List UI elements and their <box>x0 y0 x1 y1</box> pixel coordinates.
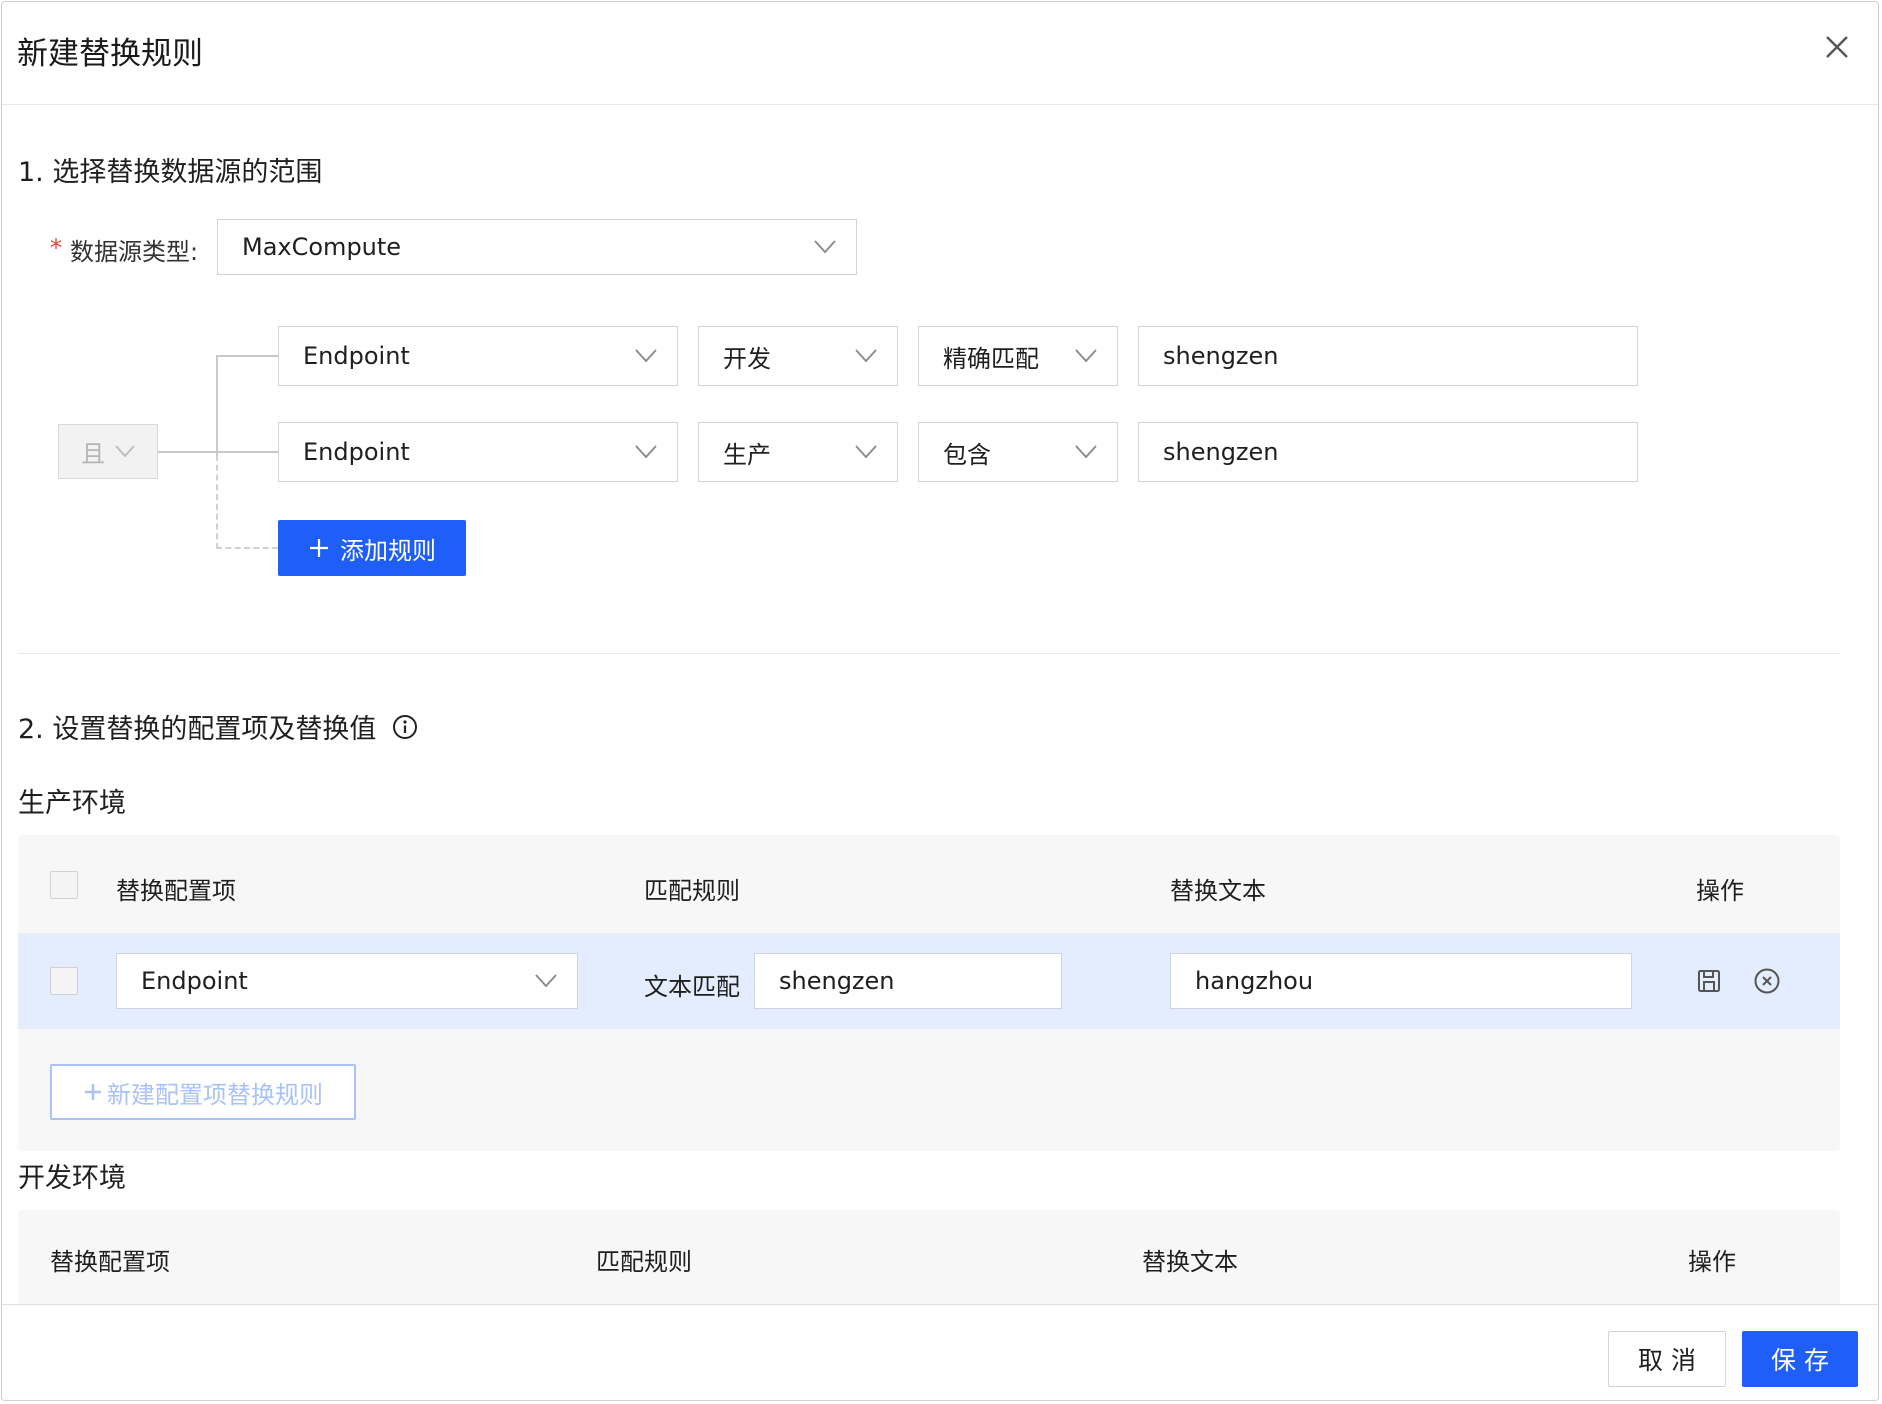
chevron-down-icon <box>855 349 877 363</box>
column-header: 替换配置项 <box>116 877 236 905</box>
rule-field-select[interactable]: Endpoint <box>278 422 678 482</box>
column-header: 替换文本 <box>1170 877 1266 905</box>
add-config-rule-label: 新建配置项替换规则 <box>107 1080 323 1109</box>
match-value-text: shengzen <box>779 967 895 995</box>
rule-value-input[interactable]: shengzen <box>1138 422 1638 482</box>
datasource-type-label: 数据源类型: <box>70 238 199 266</box>
production-env-title: 生产环境 <box>18 788 126 819</box>
rule-match-select[interactable]: 包含 <box>918 422 1118 482</box>
column-header: 替换配置项 <box>50 1248 170 1276</box>
column-header: 匹配规则 <box>596 1248 692 1276</box>
chevron-down-icon <box>635 445 657 459</box>
dialog-header: 新建替换规则 <box>2 2 1878 105</box>
info-icon[interactable] <box>392 714 418 740</box>
chevron-down-icon <box>535 974 557 988</box>
datasource-type-value: MaxCompute <box>242 233 402 261</box>
save-button[interactable]: 保 存 <box>1742 1331 1858 1387</box>
close-icon[interactable] <box>1822 32 1852 62</box>
tree-line <box>158 451 278 453</box>
plus-icon <box>310 539 328 557</box>
column-header: 操作 <box>1696 877 1744 905</box>
chevron-down-icon <box>1075 445 1097 459</box>
logic-operator-value: 且 <box>81 440 105 468</box>
rule-match-value: 精确匹配 <box>943 344 1039 373</box>
rule-value-input[interactable]: shengzen <box>1138 326 1638 386</box>
dialog-footer: 取 消 保 存 <box>2 1304 1878 1400</box>
add-config-rule-button[interactable]: 新建配置项替换规则 <box>50 1064 356 1120</box>
config-item-select[interactable]: Endpoint <box>116 953 578 1009</box>
logic-operator-select[interactable]: 且 <box>58 424 158 479</box>
rule-value-text: shengzen <box>1163 438 1279 466</box>
section2-title: 2. 设置替换的配置项及替换值 <box>18 714 377 745</box>
replace-text-input[interactable]: hangzhou <box>1170 953 1632 1009</box>
tree-line <box>216 355 278 357</box>
required-mark: * <box>50 234 62 262</box>
rule-field-select[interactable]: Endpoint <box>278 326 678 386</box>
rule-env-value: 生产 <box>723 440 771 469</box>
add-rule-label: 添加规则 <box>340 536 436 565</box>
cancel-button[interactable]: 取 消 <box>1608 1331 1726 1387</box>
tree-line <box>216 355 218 455</box>
replace-rule-dialog: 新建替换规则 1. 选择替换数据源的范围 * 数据源类型: MaxCompute… <box>1 1 1879 1401</box>
section1-title: 1. 选择替换数据源的范围 <box>18 157 323 188</box>
chevron-down-icon <box>635 349 657 363</box>
column-header: 替换文本 <box>1142 1248 1238 1276</box>
section-divider <box>18 653 1840 654</box>
rule-match-select[interactable]: 精确匹配 <box>918 326 1118 386</box>
rule-env-value: 开发 <box>723 344 771 373</box>
delete-circle-icon[interactable] <box>1752 966 1782 996</box>
chevron-down-icon <box>855 445 877 459</box>
column-header: 操作 <box>1688 1248 1736 1276</box>
chevron-down-icon <box>814 240 836 254</box>
rule-field-value: Endpoint <box>303 438 410 466</box>
rule-value-text: shengzen <box>1163 342 1279 370</box>
match-value-input[interactable]: shengzen <box>754 953 1062 1009</box>
development-env-title: 开发环境 <box>18 1163 126 1194</box>
config-item-value: Endpoint <box>141 967 248 995</box>
add-rule-button[interactable]: 添加规则 <box>278 520 466 576</box>
chevron-down-icon <box>1075 349 1097 363</box>
column-header: 匹配规则 <box>644 877 740 905</box>
row-checkbox[interactable] <box>50 967 78 995</box>
rule-env-select[interactable]: 开发 <box>698 326 898 386</box>
select-all-checkbox[interactable] <box>50 871 78 899</box>
tree-line-dashed <box>216 547 278 549</box>
plus-icon <box>85 1084 101 1100</box>
save-icon[interactable] <box>1694 966 1724 996</box>
match-type-label: 文本匹配 <box>644 973 740 1001</box>
section2-title-row: 2. 设置替换的配置项及替换值 <box>18 707 418 746</box>
rule-field-value: Endpoint <box>303 342 410 370</box>
table-row: Endpoint 文本匹配 shengzen hangzhou <box>18 933 1840 1029</box>
tree-line-dashed <box>216 455 218 549</box>
rule-match-value: 包含 <box>943 440 991 469</box>
datasource-type-select[interactable]: MaxCompute <box>217 219 857 275</box>
production-table: 替换配置项 匹配规则 替换文本 操作 Endpoint 文本匹配 shengze… <box>18 835 1840 1151</box>
rule-env-select[interactable]: 生产 <box>698 422 898 482</box>
replace-text-value: hangzhou <box>1195 967 1314 995</box>
dialog-title: 新建替换规则 <box>17 36 203 72</box>
chevron-down-icon <box>115 445 135 458</box>
